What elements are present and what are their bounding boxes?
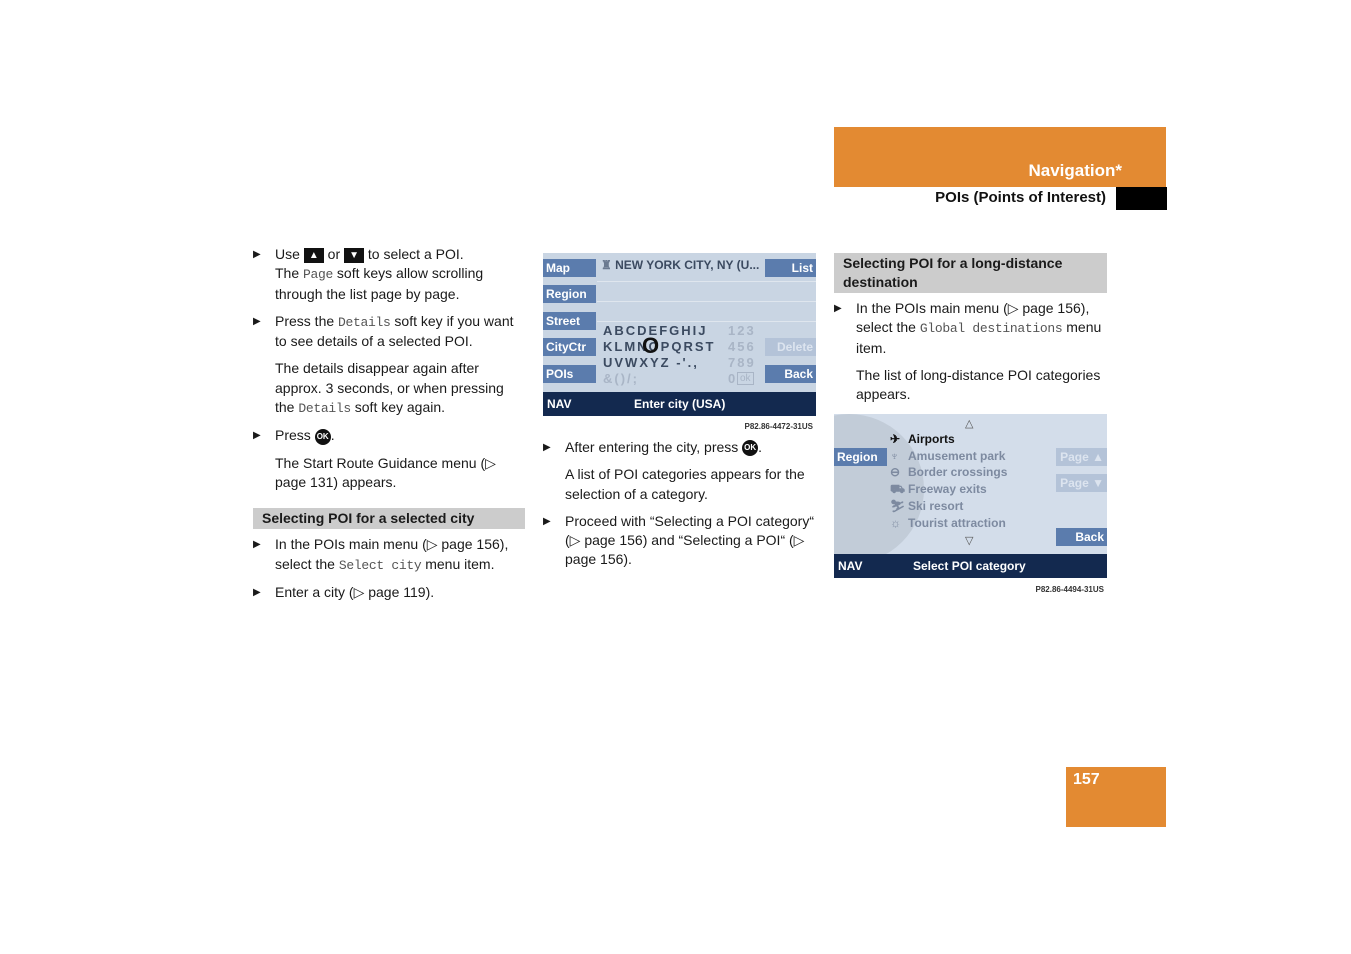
paragraph: The Start Route Guidance menu (▷ page 13… [275, 454, 496, 490]
bullet-arrow-icon: ▶ [253, 586, 261, 598]
bullet-arrow-icon: ▶ [253, 315, 261, 327]
number-row: 456 [728, 339, 756, 354]
region-softkey: Region [834, 448, 887, 466]
pois-softkey: POIs [543, 365, 596, 383]
left-column: ▶ Use ▲ or ▼ to select a POI. The Page s… [253, 245, 525, 610]
up-arrow-key-icon: ▲ [303, 247, 324, 263]
subsection-title: POIs (Points of Interest) [935, 189, 1106, 206]
nav-label: NAV [838, 559, 863, 573]
section-title: Navigation* [1028, 161, 1122, 180]
current-city-label: ♜ NEW YORK CITY, NY (U... [601, 258, 760, 272]
selected-letter-cursor: O [642, 333, 660, 358]
bullet-arrow-icon: ▶ [253, 430, 261, 442]
list-softkey: List [765, 259, 816, 277]
screen-status-bar: NAV Select POI category [834, 554, 1107, 578]
citycenter-softkey: CityCtr [543, 338, 596, 356]
bullet-arrow-icon: ▶ [253, 539, 261, 551]
nav-prompt: Enter city (USA) [634, 397, 726, 411]
poi-category-item: ♆ Amusement park [890, 449, 1005, 463]
bullet-arrow-icon: ▶ [253, 249, 261, 260]
scroll-down-icon: ▽ [965, 535, 974, 547]
poi-category-label: Airports [908, 432, 955, 446]
delete-softkey: Delete [765, 338, 816, 356]
poi-category-label: Amusement park [908, 448, 1006, 463]
poi-category-icon: ⛟ [890, 482, 906, 497]
paragraph: The list of long-distance POI categories… [856, 366, 1101, 403]
thumb-tab-marker [1116, 187, 1167, 210]
poi-category-label: Freeway exits [908, 482, 987, 497]
middle-column: ▶ After entering the city, press OK. A l… [543, 438, 818, 578]
poi-category-item: ⊖ Border crossings [890, 465, 1007, 479]
nav-label: NAV [547, 397, 572, 411]
figure-caption: P82.86-4494-31US [1035, 585, 1105, 594]
softkey-name: Details [338, 314, 391, 330]
paragraph: The details disappear again after approx… [275, 360, 504, 417]
figure-caption: P82.86-4472-31US [744, 422, 814, 431]
instruction-bullet: ▶ Press OK. [253, 426, 525, 445]
page-number-box: 157 [1066, 767, 1166, 827]
section-heading: Selecting POI for a long-distance destin… [834, 253, 1107, 293]
poi-category-label: Border crossings [908, 465, 1008, 480]
bullet-arrow-icon: ▶ [543, 442, 551, 453]
ok-button-icon: OK [314, 428, 331, 445]
poi-category-icon: ✈ [890, 432, 901, 446]
poi-category-icon: ⊖ [890, 465, 901, 480]
street-softkey: Street [543, 312, 596, 330]
page-up-softkey: Page ▲ [1056, 448, 1107, 466]
poi-category-icon: ☼ [890, 515, 901, 530]
ok-button-icon: OK [742, 440, 759, 457]
keyboard-row: &()/; [603, 371, 639, 386]
poi-category-screenshot: △ Region Page ▲ Page ▼ Back ✈ Airports ♆ Am… [834, 414, 1107, 578]
scroll-up-icon: △ [965, 418, 974, 430]
softkey-name: Page [303, 267, 334, 283]
right-column: Selecting POI for a long-distance destin… [834, 253, 1107, 412]
back-softkey: Back [765, 365, 816, 383]
screen-status-bar: NAV Enter city (USA) [543, 392, 816, 416]
instruction-bullet: ▶ Use ▲ or ▼ to select a POI. The Page s… [253, 246, 484, 302]
bullet-arrow-icon: ▶ [834, 303, 842, 314]
menu-item-name: Global destinations [919, 321, 1063, 337]
region-softkey: Region [543, 285, 596, 303]
poi-category-item: ✈ Airports [890, 432, 955, 446]
nav-prompt: Select POI category [913, 559, 1026, 573]
softkey-name: Details [298, 401, 351, 417]
instruction-bullet: ▶ Press the Details soft key if you want… [253, 312, 514, 350]
instruction-bullet: ▶ In the POIs main menu (▷ page 156), se… [253, 536, 509, 573]
poi-category-item: ⛟ Freeway exits [890, 482, 987, 498]
city-entry-screenshot: Map Region Street CityCtr POIs ♜ NEW YOR… [543, 253, 816, 416]
number-row: 789 [728, 355, 756, 370]
poi-category-icon: ⛷ [890, 498, 906, 513]
poi-category-label: Tourist attraction [908, 515, 1006, 530]
ok-key: ok [737, 372, 754, 385]
header-banner: Navigation* [834, 127, 1166, 187]
poi-category-label: Ski resort [908, 498, 964, 513]
instruction-bullet: ▶ Proceed with “Selecting a POI category… [543, 512, 815, 568]
bullet-arrow-icon: ▶ [543, 515, 551, 527]
down-arrow-key-icon: ▼ [344, 247, 365, 263]
poi-category-item: ☼ Tourist attraction [890, 516, 1006, 530]
instruction-bullet: ▶ Enter a city (▷ page 119). [253, 583, 525, 602]
instruction-bullet: ▶ In the POIs main menu (▷ page 156), se… [834, 300, 1102, 356]
section-heading: Selecting POI for a selected city [253, 508, 525, 530]
poi-category-item: ⛷ Ski resort [890, 499, 963, 513]
map-softkey: Map [543, 259, 596, 277]
number-row: 123 [728, 323, 756, 338]
instruction-bullet: ▶ After entering the city, press OK. [543, 438, 818, 457]
paragraph: A list of POI categories appears for the… [565, 466, 805, 502]
city-skyline-icon: ♜ [601, 258, 616, 272]
page-number: 157 [1073, 771, 1100, 788]
back-softkey: Back [1056, 528, 1107, 546]
keyboard-row: KLMNOPQRST [603, 339, 716, 354]
page-down-softkey: Page ▼ [1056, 474, 1107, 492]
poi-category-icon: ♆ [890, 448, 899, 463]
number-row: 0 [728, 371, 738, 386]
menu-item-name: Select city [338, 557, 422, 573]
